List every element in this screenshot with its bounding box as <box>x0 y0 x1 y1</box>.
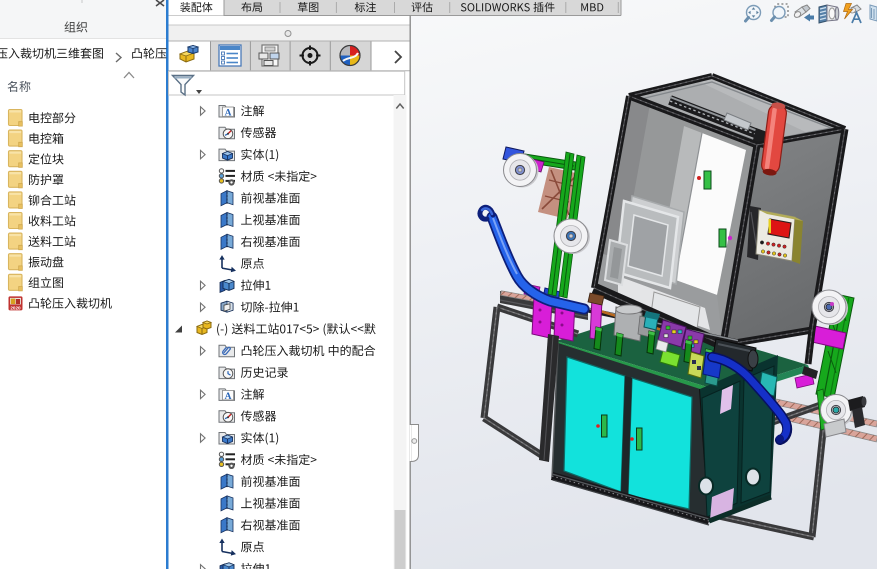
svg-text:2020: 2020 <box>10 305 21 310</box>
svg-text:A: A <box>225 392 232 402</box>
svg-text:A: A <box>225 109 232 119</box>
